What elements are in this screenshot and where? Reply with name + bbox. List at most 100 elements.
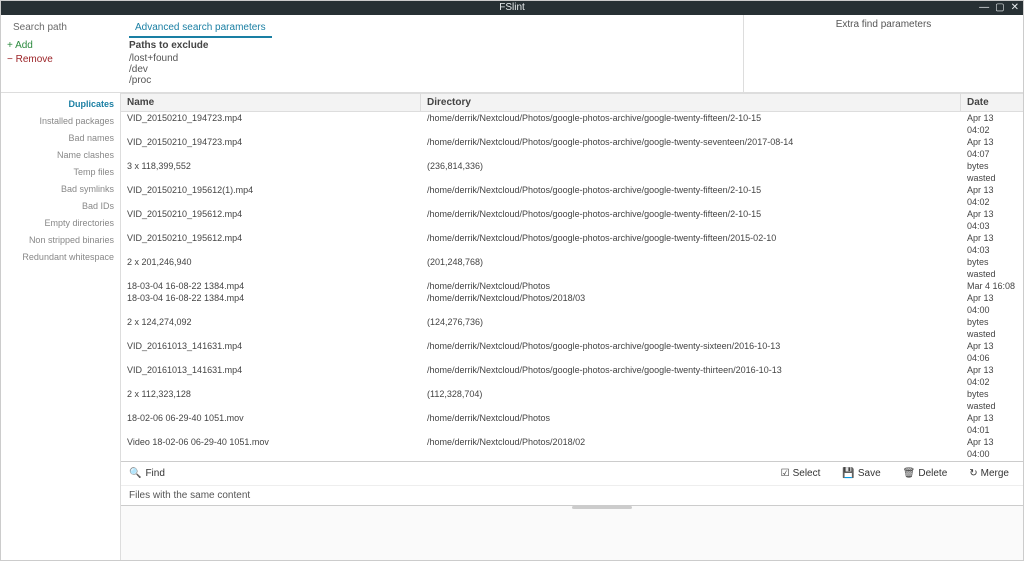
path-item[interactable]: /dev: [129, 64, 735, 75]
remove-path-button[interactable]: − Remove: [7, 54, 115, 65]
cell-name: 2 x 124,274,092: [121, 316, 421, 340]
table-row[interactable]: VID_20161013_141631.mp4/home/derrik/Next…: [121, 340, 1023, 364]
cell-directory: (124,276,736): [421, 316, 961, 340]
cell-date: bytes wasted: [961, 316, 1023, 340]
add-label: Add: [15, 40, 33, 51]
col-header-date[interactable]: Date: [961, 94, 1023, 111]
cell-directory: /home/derrik/Nextcloud/Photos/google-pho…: [421, 184, 961, 208]
maximize-icon[interactable]: ▢: [995, 1, 1004, 15]
cell-directory: /home/derrik/Nextcloud/Photos/2018/02: [421, 436, 961, 460]
sidebar-item-bad-names[interactable]: Bad names: [7, 131, 114, 145]
save-button[interactable]: 💾 Save: [836, 466, 886, 481]
path-item[interactable]: /lost+found: [129, 53, 735, 64]
cell-directory: /home/derrik/Nextcloud/Photos/google-pho…: [421, 208, 961, 232]
add-path-button[interactable]: + Add: [7, 40, 115, 51]
table-row[interactable]: Video 18-02-06 06-29-40 1051.mov/home/de…: [121, 436, 1023, 460]
cell-name: VID_20150210_194723.mp4: [121, 136, 421, 160]
cell-date: bytes wasted: [961, 388, 1023, 412]
cell-directory: /home/derrik/Nextcloud/Photos/google-pho…: [421, 340, 961, 364]
cell-date: Apr 13 04:02: [961, 112, 1023, 136]
results-table[interactable]: VID_20150210_194723.mp4/home/derrik/Next…: [121, 112, 1023, 461]
cell-directory: /home/derrik/Nextcloud/Photos/google-pho…: [421, 364, 961, 388]
table-row[interactable]: VID_20150210_195612.mp4/home/derrik/Next…: [121, 232, 1023, 256]
sidebar-item-temp-files[interactable]: Temp files: [7, 165, 114, 179]
status-text: Files with the same content: [121, 485, 1023, 505]
paths-exclude-list[interactable]: /lost+found /dev /proc: [129, 53, 735, 86]
cell-name: VID_20150210_195612.mp4: [121, 232, 421, 256]
cell-name: 2 x 201,246,940: [121, 256, 421, 280]
cell-date: Apr 13 04:01: [961, 412, 1023, 436]
path-item[interactable]: /proc: [129, 75, 735, 86]
table-row[interactable]: 18-03-04 16-08-22 1384.mp4/home/derrik/N…: [121, 292, 1023, 316]
table-row[interactable]: VID_20150210_194723.mp4/home/derrik/Next…: [121, 136, 1023, 160]
sidebar: Duplicates Installed packages Bad names …: [1, 93, 121, 560]
details-pane[interactable]: [121, 505, 1023, 560]
cell-name: VID_20161013_141631.mp4: [121, 364, 421, 388]
table-row[interactable]: VID_20161013_141631.mp4/home/derrik/Next…: [121, 364, 1023, 388]
find-button[interactable]: 🔍 Find: [129, 468, 165, 479]
cell-name: 2 x 112,323,128: [121, 388, 421, 412]
merge-icon: ↻: [969, 468, 977, 479]
cell-directory: (112,328,704): [421, 388, 961, 412]
window-title: FSlint: [499, 2, 525, 13]
cell-name: Video 18-02-06 06-29-40 1051.mov: [121, 436, 421, 460]
cell-directory: (201,248,768): [421, 256, 961, 280]
cell-name: 18-02-06 06-29-40 1051.mov: [121, 412, 421, 436]
tab-search-path[interactable]: Search path: [7, 19, 73, 36]
cell-name: 18-03-04 16-08-22 1384.mp4: [121, 280, 421, 292]
sidebar-item-bad-ids[interactable]: Bad IDs: [7, 199, 114, 213]
cell-name: 3 x 118,399,552: [121, 160, 421, 184]
sidebar-item-non-stripped[interactable]: Non stripped binaries: [7, 233, 114, 247]
cell-date: Apr 13 04:03: [961, 232, 1023, 256]
cell-date: Apr 13 04:03: [961, 208, 1023, 232]
pane-resize-handle[interactable]: [572, 506, 632, 509]
cell-date: Apr 13 04:06: [961, 340, 1023, 364]
col-header-directory[interactable]: Directory: [421, 94, 961, 111]
table-row[interactable]: 2 x 201,246,940(201,248,768)bytes wasted: [121, 256, 1023, 280]
table-row[interactable]: 18-03-04 16-08-22 1384.mp4/home/derrik/N…: [121, 280, 1023, 292]
cell-directory: /home/derrik/Nextcloud/Photos/google-pho…: [421, 136, 961, 160]
sidebar-item-name-clashes[interactable]: Name clashes: [7, 148, 114, 162]
table-row[interactable]: VID_20150210_195612.mp4/home/derrik/Next…: [121, 208, 1023, 232]
sidebar-item-bad-symlinks[interactable]: Bad symlinks: [7, 182, 114, 196]
table-row[interactable]: VID_20150210_195612(1).mp4/home/derrik/N…: [121, 184, 1023, 208]
table-header: Name Directory Date: [121, 93, 1023, 112]
minimize-icon[interactable]: —: [979, 1, 989, 15]
table-row[interactable]: 18-02-06 06-29-40 1051.mov/home/derrik/N…: [121, 412, 1023, 436]
sidebar-item-installed-packages[interactable]: Installed packages: [7, 114, 114, 128]
select-icon: ☑: [781, 468, 790, 479]
close-icon[interactable]: ✕: [1011, 1, 1019, 15]
table-row[interactable]: 2 x 124,274,092(124,276,736)bytes wasted: [121, 316, 1023, 340]
table-row[interactable]: 3 x 118,399,552(236,814,336)bytes wasted: [121, 160, 1023, 184]
save-label: Save: [858, 468, 881, 479]
cell-date: bytes wasted: [961, 160, 1023, 184]
cell-date: Mar 4 16:08: [961, 280, 1023, 292]
cell-directory: /home/derrik/Nextcloud/Photos: [421, 412, 961, 436]
sidebar-item-empty-directories[interactable]: Empty directories: [7, 216, 114, 230]
merge-button[interactable]: ↻ Merge: [963, 466, 1015, 481]
save-icon: 💾: [842, 468, 854, 479]
cell-directory: /home/derrik/Nextcloud/Photos: [421, 280, 961, 292]
cell-name: VID_20150210_195612(1).mp4: [121, 184, 421, 208]
sidebar-item-redundant-whitespace[interactable]: Redundant whitespace: [7, 250, 114, 264]
col-header-name[interactable]: Name: [121, 94, 421, 111]
cell-directory: /home/derrik/Nextcloud/Photos/google-pho…: [421, 112, 961, 136]
delete-button[interactable]: 🗑 Delete: [897, 466, 954, 481]
tab-advanced-params[interactable]: Advanced search parameters: [129, 19, 272, 38]
table-row[interactable]: VID_20150210_194723.mp4/home/derrik/Next…: [121, 112, 1023, 136]
cell-name: VID_20150210_194723.mp4: [121, 112, 421, 136]
find-label: Find: [145, 468, 164, 479]
extra-find-parameters[interactable]: Extra find parameters: [743, 15, 1023, 92]
sidebar-item-duplicates[interactable]: Duplicates: [7, 97, 114, 111]
remove-label: Remove: [16, 54, 53, 65]
cell-date: bytes wasted: [961, 256, 1023, 280]
cell-directory: /home/derrik/Nextcloud/Photos/2018/03: [421, 292, 961, 316]
table-row[interactable]: 2 x 112,323,128(112,328,704)bytes wasted: [121, 388, 1023, 412]
select-button[interactable]: ☑ Select: [775, 466, 827, 481]
cell-date: Apr 13 04:00: [961, 436, 1023, 460]
paths-exclude-heading: Paths to exclude: [129, 40, 735, 51]
search-icon: 🔍: [129, 468, 141, 479]
cell-date: Apr 13 04:07: [961, 136, 1023, 160]
cell-directory: /home/derrik/Nextcloud/Photos/google-pho…: [421, 232, 961, 256]
select-label: Select: [793, 468, 821, 479]
